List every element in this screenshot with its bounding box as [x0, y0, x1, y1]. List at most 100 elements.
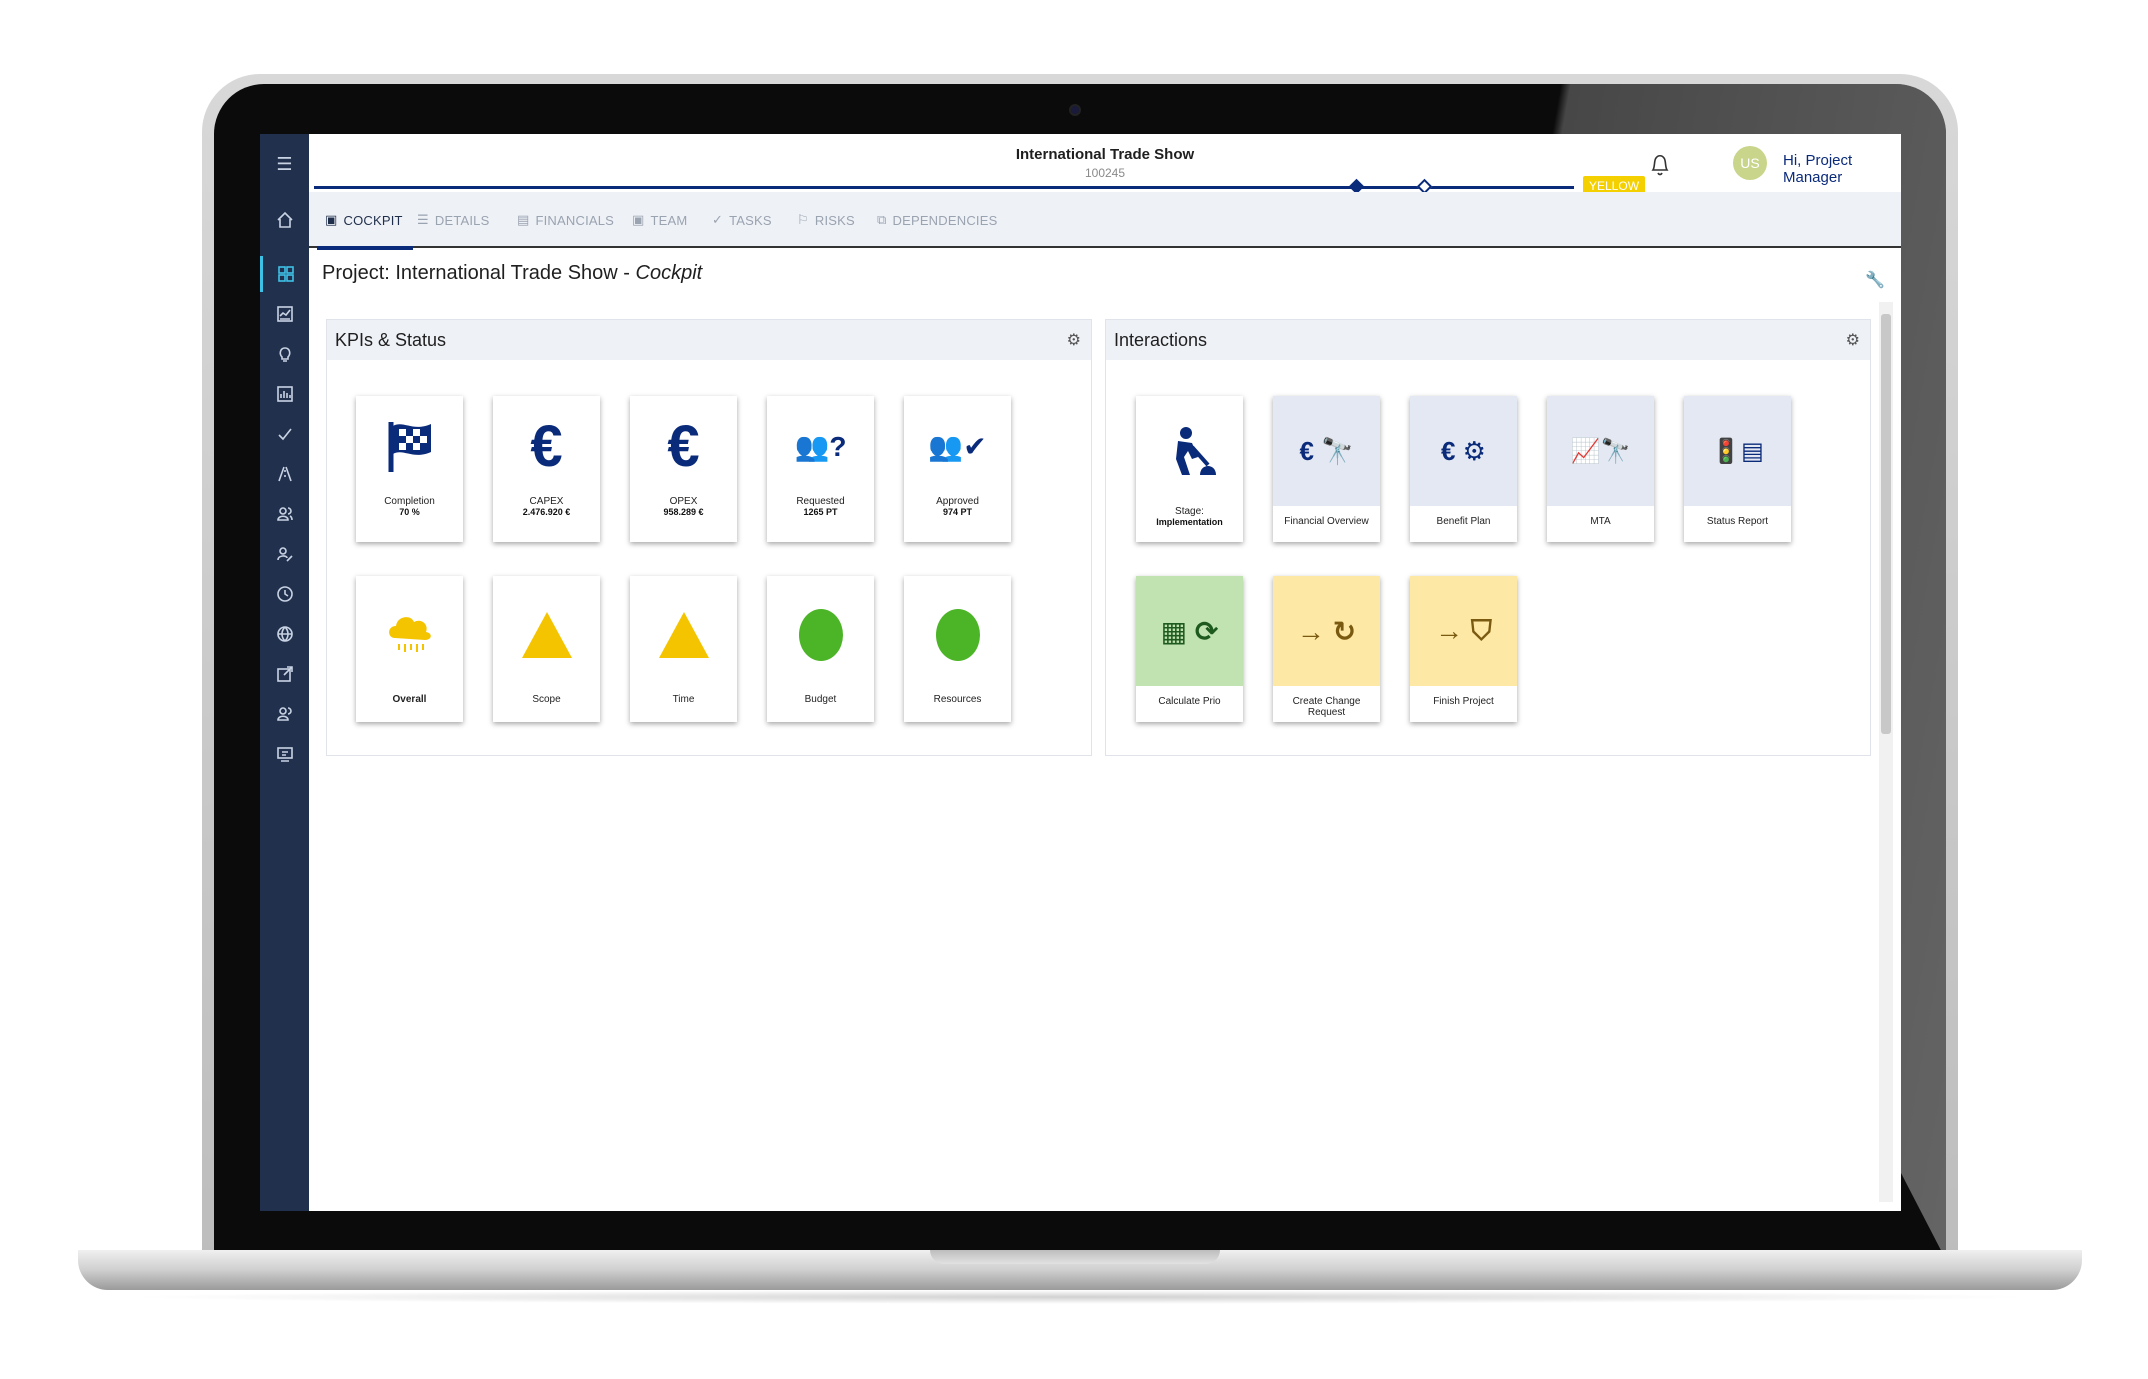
checkered-flag-icon [388, 422, 431, 472]
kpi-label: Requested [796, 496, 845, 507]
tab-label: FINANCIALS [535, 212, 615, 228]
chart-binoculars-icon: 📈🔭 [1570, 437, 1631, 465]
kpi-card-opex[interactable]: € OPEX 958.289 € [630, 396, 737, 542]
camera [1069, 104, 1081, 116]
action-benefit-plan[interactable]: € ⚙ Benefit Plan [1410, 396, 1517, 542]
sidebar-item-ideas[interactable] [260, 336, 309, 372]
tab-tasks[interactable]: ✓ TASKS [712, 192, 772, 248]
action-calculate-prio[interactable]: ▦ ⟳ Calculate Prio [1136, 576, 1243, 722]
traffic-light-report-icon: 🚦▤ [1711, 437, 1764, 465]
home-icon [276, 211, 293, 228]
billing-icon [276, 747, 293, 762]
status-label: Overall [392, 694, 427, 705]
laptop-notch [930, 1250, 1220, 1264]
team-check-icon: 👥✔ [928, 430, 987, 462]
laptop-shadow [120, 1290, 2040, 1304]
flag-icon: ⚐ [797, 212, 809, 227]
page-title-view: Cockpit [635, 262, 703, 284]
user-edit-icon [276, 547, 293, 562]
list-icon: ☰ [417, 212, 429, 227]
sidebar-item-time[interactable] [260, 576, 309, 612]
tab-details[interactable]: ☰ DETAILS [417, 192, 489, 248]
sidebar-item-home[interactable] [260, 202, 309, 238]
action-label: Calculate Prio [1158, 696, 1221, 707]
project-timeline [314, 186, 1574, 189]
gear-icon[interactable]: ⚙ [1067, 330, 1081, 350]
check-icon: ✓ [712, 212, 724, 227]
bar-chart-icon [276, 386, 293, 402]
tab-risks[interactable]: ⚐ RISKS [797, 192, 855, 248]
kpi-label: CAPEX [529, 496, 564, 507]
menu-button[interactable]: ☰ [260, 146, 309, 182]
sidebar-item-billing[interactable] [260, 736, 309, 772]
sidebar-item-global[interactable] [260, 616, 309, 652]
avatar[interactable]: US [1733, 146, 1767, 180]
gear-icon[interactable]: ⚙ [1846, 330, 1860, 350]
check-icon [277, 428, 292, 441]
sidebar-item-tasks[interactable] [260, 416, 309, 452]
status-label: Budget [804, 694, 837, 705]
kpi-value: 1265 PT [803, 507, 838, 517]
tab-dependencies[interactable]: ⧉ DEPENDENCIES [877, 192, 997, 248]
scrollbar[interactable] [1879, 302, 1893, 1202]
sidebar-item-users[interactable] [260, 496, 309, 532]
interactions-panel-header: Interactions ⚙ [1106, 320, 1870, 360]
team-question-icon: 👥? [794, 430, 847, 462]
kpi-card-requested[interactable]: 👥? Requested 1265 PT [767, 396, 874, 542]
report-chart-icon [276, 306, 293, 322]
sidebar-item-analytics[interactable] [260, 376, 309, 412]
stage-value: Implementation [1156, 517, 1223, 527]
action-finish-project[interactable]: → ⛉ Finish Project [1410, 576, 1517, 722]
users-icon [276, 507, 293, 521]
sidebar-item-export[interactable] [260, 656, 309, 692]
tab-label: TASKS [729, 212, 772, 228]
kpi-label: OPEX [669, 496, 698, 507]
tab-bar: ▣ COCKPIT ☰ DETAILS ▤ FINANCIALS ▣ TEAM ✓ TAS… [309, 192, 1901, 250]
page-title-prefix: Project: International Trade Show - [322, 262, 636, 284]
tab-financials[interactable]: ▤ FINANCIALS [517, 192, 614, 248]
action-status-report[interactable]: 🚦▤ Status Report [1684, 396, 1791, 542]
sidebar-item-teams[interactable] [260, 696, 309, 732]
action-financial-overview[interactable]: € 🔭 Financial Overview [1273, 396, 1380, 542]
construction-worker-icon [1175, 427, 1216, 475]
tab-label: DEPENDENCIES [892, 212, 998, 228]
sidebar-item-user-settings[interactable] [260, 536, 309, 572]
user-menu[interactable]: Hi, Project Manager [1783, 152, 1901, 186]
stage-card[interactable]: Stage: Implementation [1136, 396, 1243, 542]
status-card-time[interactable]: Time [630, 576, 737, 722]
sidebar-item-roadmap[interactable] [260, 456, 309, 492]
bell-icon[interactable] [1648, 152, 1672, 178]
warning-triangle-icon [658, 612, 709, 658]
action-label: Finish Project [1433, 696, 1494, 707]
tab-label: RISKS [814, 212, 855, 228]
tab-team[interactable]: ▣ TEAM [632, 192, 687, 248]
sidebar-item-reports[interactable] [260, 296, 309, 332]
action-mta[interactable]: 📈🔭 MTA [1547, 396, 1654, 542]
globe-icon [276, 626, 293, 642]
kpi-card-capex[interactable]: € CAPEX 2.476.920 € [493, 396, 600, 542]
monitor-icon: ▣ [325, 212, 338, 227]
kpi-card-completion[interactable]: Completion 70 % [356, 396, 463, 542]
wrench-icon[interactable]: 🔧 [1865, 270, 1885, 290]
green-circle-icon [798, 609, 843, 661]
status-card-scope[interactable]: Scope [493, 576, 600, 722]
euro-icon: € [667, 413, 700, 479]
kpi-label: Approved [936, 496, 979, 507]
tab-cockpit[interactable]: ▣ COCKPIT [317, 192, 413, 250]
sidebar-item-dashboard[interactable] [260, 256, 309, 292]
panel-title: KPIs & Status [335, 329, 447, 350]
money-icon: ▤ [517, 212, 530, 227]
tab-label: COCKPIT [343, 212, 403, 228]
scrollbar-thumb[interactable] [1881, 314, 1891, 734]
action-label: MTA [1590, 516, 1611, 527]
status-card-overall[interactable]: Overall [356, 576, 463, 722]
status-card-budget[interactable]: Budget [767, 576, 874, 722]
kpi-value: 974 PT [942, 507, 973, 517]
rain-cloud-icon [388, 617, 431, 652]
road-icon [277, 466, 292, 482]
kpi-card-approved[interactable]: 👥✔ Approved 974 PT [904, 396, 1011, 542]
export-icon [276, 666, 293, 682]
status-card-resources[interactable]: Resources [904, 576, 1011, 722]
warning-triangle-icon [521, 612, 572, 658]
action-create-change-request[interactable]: → ↻ Create Change Request [1273, 576, 1380, 722]
